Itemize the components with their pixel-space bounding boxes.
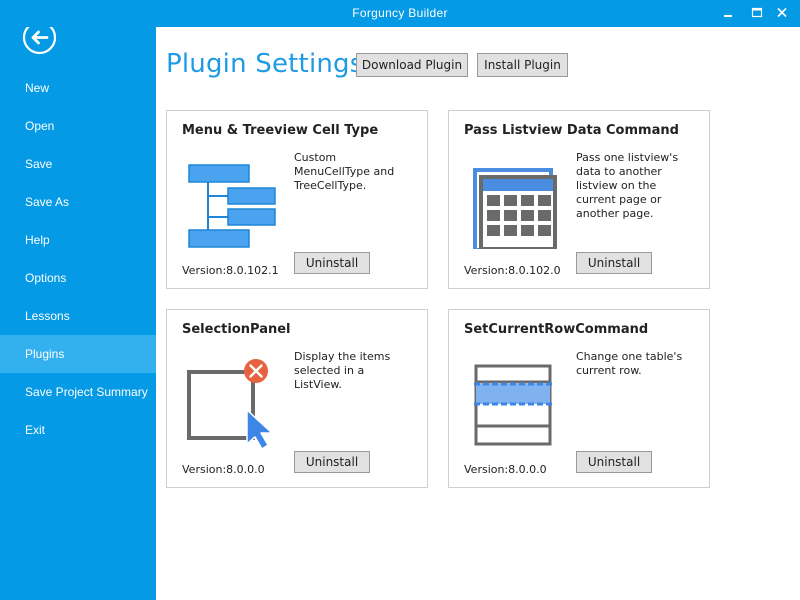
current-row-icon — [465, 352, 561, 448]
uninstall-button[interactable]: Uninstall — [294, 252, 370, 274]
sidebar-item-save-project-summary[interactable]: Save Project Summary — [0, 373, 156, 411]
sidebar-item-exit[interactable]: Exit — [0, 411, 156, 449]
plugin-card-menu-treeview: Menu & Treeview Cell Type Custom MenuCel… — [166, 110, 428, 289]
plugin-card-version: Version:8.0.102.1 — [182, 264, 279, 277]
plugin-card-title: Pass Listview Data Command — [464, 123, 679, 138]
plugin-card-version: Version:8.0.102.0 — [464, 264, 561, 277]
plugin-card-title: SelectionPanel — [182, 322, 291, 337]
install-plugin-button[interactable]: Install Plugin — [477, 53, 568, 77]
sidebar-item-save-as[interactable]: Save As — [0, 183, 156, 221]
sidebar-item-new[interactable]: New — [0, 69, 156, 107]
close-icon — [777, 7, 787, 18]
listview-grid-icon — [465, 153, 561, 252]
minimize-icon — [724, 15, 732, 17]
uninstall-button[interactable]: Uninstall — [576, 252, 652, 274]
plugin-card-description: Custom MenuCellType and TreeCellType. — [294, 151, 395, 192]
sidebar-item-plugins[interactable]: Plugins — [0, 335, 156, 373]
page-title: Plugin Settings — [166, 49, 364, 79]
plugin-card-title: Menu & Treeview Cell Type — [182, 123, 379, 138]
close-button[interactable] — [773, 5, 791, 21]
maximize-button[interactable] — [748, 5, 766, 21]
plugin-card-pass-listview: Pass Listview Data Command Pass one list… — [448, 110, 710, 289]
plugin-card-description: Pass one listview's data to another list… — [576, 151, 679, 220]
title-bar: Forguncy Builder — [0, 0, 800, 27]
plugin-card-set-current-row: SetCurrentRowCommand Change one table's … — [448, 309, 710, 488]
plugin-card-title: SetCurrentRowCommand — [464, 322, 649, 337]
download-plugin-button[interactable]: Download Plugin — [356, 53, 468, 77]
menu-tree-icon — [183, 153, 279, 249]
sidebar-nav: New Open Save Save As Help Options Lesso… — [0, 69, 156, 449]
plugin-card-version: Version:8.0.0.0 — [464, 463, 547, 476]
uninstall-button[interactable]: Uninstall — [576, 451, 652, 473]
sidebar-item-open[interactable]: Open — [0, 107, 156, 145]
maximize-icon — [751, 7, 763, 18]
selection-panel-icon — [183, 352, 279, 450]
plugin-card-description: Change one table's current row. — [576, 350, 683, 377]
plugin-card-selection-panel: SelectionPanel Display the items selecte… — [166, 309, 428, 488]
minimize-button[interactable] — [719, 5, 737, 21]
plugin-card-version: Version:8.0.0.0 — [182, 463, 265, 476]
window-title: Forguncy Builder — [352, 6, 448, 20]
plugin-card-description: Display the items selected in a ListView… — [294, 350, 391, 391]
sidebar-item-options[interactable]: Options — [0, 259, 156, 297]
main-content: Plugin Settings Download Plugin Install … — [156, 27, 800, 600]
sidebar: New Open Save Save As Help Options Lesso… — [0, 0, 156, 600]
uninstall-button[interactable]: Uninstall — [294, 451, 370, 473]
sidebar-item-save[interactable]: Save — [0, 145, 156, 183]
sidebar-item-help[interactable]: Help — [0, 221, 156, 259]
sidebar-item-lessons[interactable]: Lessons — [0, 297, 156, 335]
